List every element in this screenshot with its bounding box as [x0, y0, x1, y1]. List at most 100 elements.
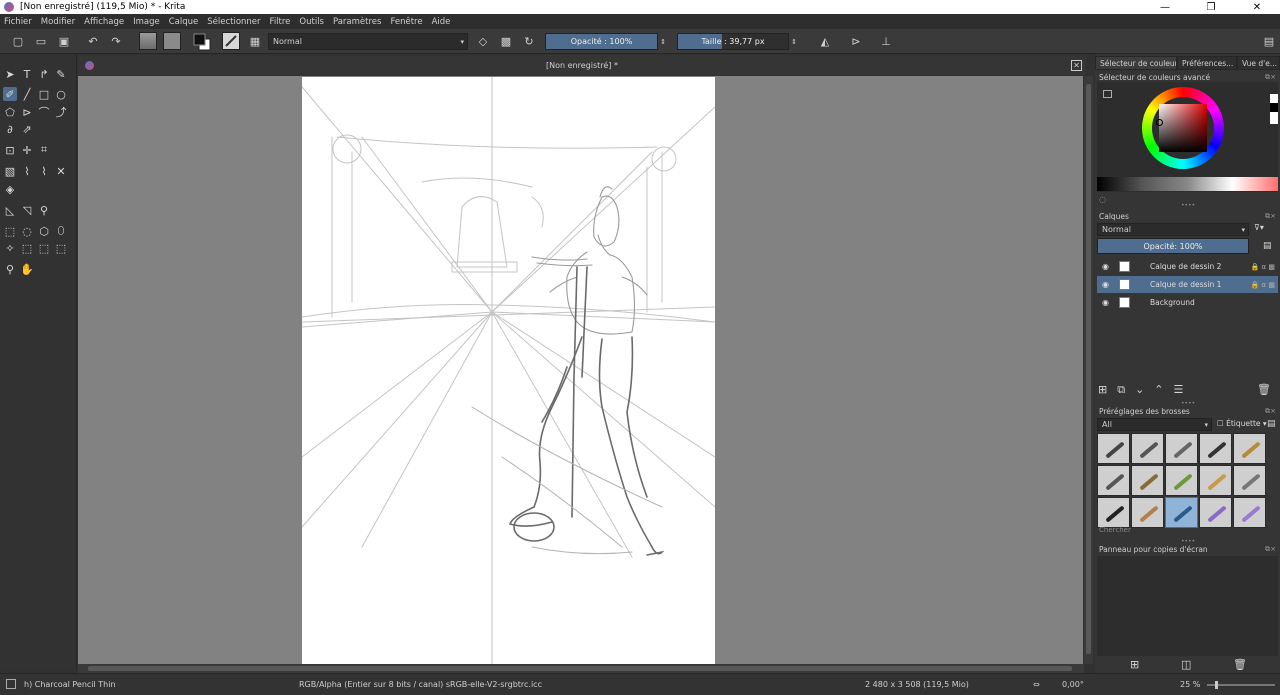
brush-preset-tile[interactable] [1199, 497, 1232, 528]
brush-filter-select[interactable]: All ▾ [1097, 418, 1212, 431]
delete-layer-icon[interactable]: 🗑 [1257, 383, 1271, 397]
brush-preset-tile[interactable] [1199, 433, 1232, 464]
eye-icon[interactable]: ◉ [1102, 280, 1114, 289]
menu-calque[interactable]: Calque [169, 17, 199, 27]
brush-preset-tile[interactable] [1097, 465, 1130, 496]
splitter-handle[interactable]: •••• [1181, 202, 1195, 209]
multibrush-icon[interactable]: ⇗ [20, 122, 34, 136]
transform-tool-icon[interactable]: ⊡ [3, 143, 17, 157]
layer-row[interactable]: ◉ Background [1097, 294, 1278, 311]
save-icon[interactable]: ▣ [56, 33, 72, 50]
zoom-tool-icon[interactable]: ⚲ [3, 262, 17, 276]
brush-preset-tile[interactable] [1233, 465, 1266, 496]
layer-filter-icon[interactable]: ⊽▾ [1254, 223, 1264, 232]
float-docker-icon[interactable]: ⧉⨯ [1265, 73, 1276, 82]
rect-select-icon[interactable]: ⬚ [3, 224, 17, 238]
layer-lock-alpha-icon[interactable]: 🔒 α ▩ [1251, 263, 1275, 271]
magic-wand-icon[interactable]: ✧ [3, 241, 17, 255]
brush-preset-tile[interactable] [1097, 497, 1130, 528]
brush-preset-tile[interactable] [1165, 433, 1198, 464]
menu-affichage[interactable]: Affichage [84, 17, 124, 27]
redo-icon[interactable]: ↷ [108, 33, 124, 50]
dynamic-brush-icon[interactable]: ∂ [3, 122, 17, 136]
menu-fichier[interactable]: Fichier [4, 17, 32, 27]
document-tab[interactable]: [Non enregistré] * ✕ [78, 55, 1086, 75]
close-document-icon[interactable]: ✕ [1071, 59, 1082, 71]
menu-modifier[interactable]: Modifier [41, 17, 75, 27]
polygon-tool-icon[interactable]: ⬠ [3, 105, 17, 119]
zoom-slider-handle[interactable] [1215, 681, 1218, 689]
select-shapes-icon[interactable]: ➤ [3, 67, 17, 81]
layer-opacity-slider[interactable]: Opacité: 100% [1097, 238, 1249, 254]
add-layer-icon[interactable]: ⊞ [1098, 383, 1107, 397]
fill-tool-icon[interactable]: ◈ [3, 182, 17, 196]
snapshot-list[interactable] [1097, 556, 1278, 656]
edit-shapes-icon[interactable]: ↱ [37, 67, 51, 81]
delete-snapshot-icon[interactable]: 🗑 [1233, 658, 1247, 671]
freehand-brush-icon[interactable]: ✐ [3, 87, 17, 101]
ellipse-select-icon[interactable]: ◌ [20, 224, 34, 238]
camera-icon[interactable]: ◫ [1181, 658, 1191, 671]
new-document-icon[interactable]: ▢ [10, 33, 26, 50]
menu-parametres[interactable]: Paramètres [333, 17, 381, 27]
layers-float-icon[interactable]: ⧉⨯ [1265, 212, 1276, 221]
size-slider[interactable]: Taille : 39,77 px [677, 33, 789, 50]
move-tool-icon[interactable]: ✛ [20, 143, 34, 157]
similar-select-icon[interactable]: ⬚ [20, 241, 34, 255]
canvas-area[interactable] [78, 76, 1083, 664]
reload-preset-icon[interactable]: ↻ [521, 33, 537, 50]
layer-row[interactable]: ◉ Calque de dessin 2 🔒 α ▩ [1097, 258, 1278, 275]
bezier-select-icon[interactable]: ⬚ [37, 241, 51, 255]
brush-preset-tile-active[interactable] [1165, 497, 1198, 528]
menu-fenetre[interactable]: Fenêtre [390, 17, 422, 27]
menu-outils[interactable]: Outils [299, 17, 324, 27]
workspace-icon[interactable]: ▤ [1261, 33, 1277, 50]
close-button[interactable]: ✕ [1234, 2, 1280, 13]
move-layer-down-icon[interactable]: ⌄ [1135, 383, 1144, 397]
layer-lock-alpha-icon[interactable]: 🔒 α ▩ [1251, 281, 1275, 289]
menu-filtre[interactable]: Filtre [270, 17, 291, 27]
brush-preset-tile[interactable] [1199, 465, 1232, 496]
grid-settings-icon[interactable]: ▦ [247, 33, 263, 50]
mirror-vertical-icon[interactable]: ⊳ [846, 33, 866, 50]
line-tool-icon[interactable]: ╱ [20, 87, 34, 101]
mirror-horizontal-icon[interactable]: ◭ [815, 33, 835, 50]
color-settings-icon[interactable] [1103, 90, 1112, 98]
alpha-lock-icon[interactable]: ▩ [498, 33, 514, 50]
reference-images-icon[interactable]: ⚲ [37, 203, 51, 217]
brush-view-icon[interactable]: ▤ [1267, 419, 1276, 429]
brush-preset-tile[interactable] [1131, 465, 1164, 496]
move-layer-up-icon[interactable]: ⌃ [1154, 383, 1163, 397]
pan-tool-icon[interactable]: ✋ [20, 262, 34, 276]
pattern-preset-swatch[interactable] [163, 32, 181, 50]
brush-presets-float-icon[interactable]: ⧉⨯ [1265, 407, 1276, 416]
layer-properties-icon[interactable]: ▤ [1263, 241, 1272, 251]
vertical-scroll-thumb[interactable] [1086, 84, 1091, 654]
add-snapshot-icon[interactable]: ⊞ [1130, 658, 1139, 671]
smart-patch-icon[interactable]: ⌇ [37, 164, 51, 178]
hue-ring[interactable] [1142, 87, 1224, 169]
menu-image[interactable]: Image [133, 17, 160, 27]
menu-selectionner[interactable]: Sélectionner [207, 17, 260, 27]
drawing-canvas[interactable] [302, 77, 715, 664]
eraser-icon[interactable]: ◇ [475, 33, 491, 50]
bezier-tool-icon[interactable]: ⌒ [37, 105, 51, 119]
polygon-select-icon[interactable]: ⬡ [37, 224, 51, 238]
blend-mode-select[interactable]: Normal ▾ [268, 33, 468, 50]
rectangle-tool-icon[interactable]: □ [37, 87, 51, 101]
measure-tool-icon[interactable]: ◹ [20, 203, 34, 217]
freehand-select-icon[interactable]: ⬯ [54, 224, 68, 238]
splitter-handle[interactable]: •••• [1181, 538, 1195, 545]
crop-tool-icon[interactable]: ⌗ [37, 143, 51, 157]
brush-preset-tile[interactable] [1131, 433, 1164, 464]
minimize-button[interactable]: — [1142, 2, 1188, 13]
crop-icon[interactable]: ⊥ [878, 33, 894, 50]
colorize-mask-icon[interactable]: ✕ [54, 164, 68, 178]
open-folder-icon[interactable]: ▭ [33, 33, 49, 50]
vertical-scrollbar[interactable] [1084, 76, 1093, 664]
brush-tag-button[interactable]: ☐ Étiquette ▾ [1217, 419, 1267, 428]
duplicate-layer-icon[interactable]: ⧉ [1117, 383, 1125, 397]
brush-preset-tile[interactable] [1131, 497, 1164, 528]
color-selector-panel[interactable] [1097, 82, 1278, 192]
gradient-tool-icon[interactable]: ▧ [3, 164, 17, 178]
